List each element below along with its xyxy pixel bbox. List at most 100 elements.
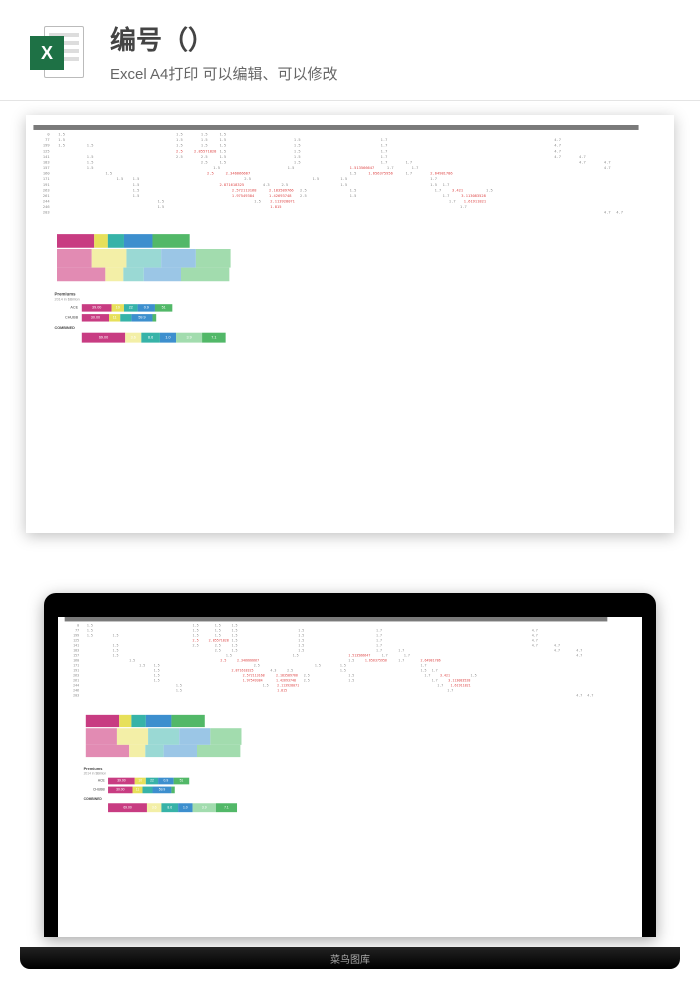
- excel-icon: X: [30, 22, 90, 82]
- data-cell: 1.5: [254, 199, 261, 203]
- data-cell: 1.7: [398, 659, 404, 663]
- data-cell: 1.5: [350, 172, 357, 176]
- data-cell: 4.7: [554, 138, 561, 142]
- data-cell: 4.7: [554, 649, 560, 653]
- data-cell: 1.7: [404, 654, 410, 658]
- data-cell: 1.5: [219, 149, 226, 153]
- data-cell: 1.5: [471, 674, 477, 678]
- row-id: 125: [65, 639, 79, 643]
- data-cell: 1.5: [231, 624, 237, 628]
- row-id: 183: [65, 649, 79, 653]
- data-cell: 1.5: [219, 138, 226, 142]
- data-cell: 1.5: [293, 654, 299, 658]
- data-cell: 1.5: [312, 177, 319, 181]
- data-cell: 2.5: [254, 664, 260, 668]
- data-cell: 1.5: [288, 166, 295, 170]
- row-id: 263: [33, 188, 49, 192]
- data-cell: 1.7: [432, 669, 438, 673]
- row-id: 160: [33, 172, 49, 176]
- data-cell: 3.421: [452, 188, 463, 192]
- row-id: 0: [33, 132, 49, 136]
- data-cell: 1.5: [298, 629, 304, 633]
- data-cell: 1.5: [340, 183, 347, 187]
- chart-subtitle: 2014 in $Billion: [84, 772, 614, 775]
- data-cell: 1.7: [381, 144, 388, 148]
- combined-title: COMBINED: [55, 327, 646, 331]
- data-cell: 1.5: [133, 183, 140, 187]
- data-cell: 2.572113168: [232, 188, 257, 192]
- data-cell: 1.5: [112, 644, 118, 648]
- data-cell: 1.97549384: [243, 679, 263, 683]
- data-cell: 1.5: [87, 166, 94, 170]
- data-cell: 1.7: [376, 629, 382, 633]
- data-cell: 2.5: [201, 160, 208, 164]
- data-cell: 2.5: [304, 679, 310, 683]
- row-id: 171: [65, 664, 79, 668]
- chart-title: Premiums: [84, 767, 614, 771]
- data-cell: 1.42693748: [276, 679, 296, 683]
- row-id: 246: [65, 689, 79, 693]
- data-cell: 4.7: [554, 155, 561, 159]
- data-cell: 1.5: [129, 659, 135, 663]
- row-id: 246: [33, 205, 49, 209]
- data-cell: 1.5: [315, 664, 321, 668]
- data-cell: 1.5: [154, 669, 160, 673]
- data-cell: 1.5: [215, 634, 221, 638]
- page-title: 编号（）: [110, 20, 670, 57]
- data-cell: 1.7: [381, 138, 388, 142]
- data-cell: 1.5: [298, 639, 304, 643]
- data-cell: 1.61911821: [451, 684, 471, 688]
- data-cell: 2.5: [304, 674, 310, 678]
- document-preview-large: 01.51.51.51.5771.51.51.51.51.51.74.71991…: [26, 115, 674, 533]
- data-cell: 2.64981786: [430, 172, 452, 176]
- data-cell: 3.113083528: [448, 679, 470, 683]
- data-cell: 1.5: [117, 177, 124, 181]
- data-cell: 1.7: [387, 166, 394, 170]
- data-cell: 1.7: [382, 654, 388, 658]
- data-cell: 1.5: [193, 634, 199, 638]
- data-cell: 1.7: [460, 205, 467, 209]
- data-cell: 3.421: [440, 674, 450, 678]
- data-cell: 1.656375956: [365, 659, 387, 663]
- data-cell: 1.5: [486, 188, 493, 192]
- data-cell: 1.5: [430, 183, 437, 187]
- row-id: 125: [33, 149, 49, 153]
- data-cell: 1.5: [294, 149, 301, 153]
- data-cell: 2.113928071: [270, 199, 295, 203]
- data-cell: 1.5: [157, 199, 164, 203]
- data-cell: 1.7: [376, 644, 382, 648]
- row-id: 261: [65, 679, 79, 683]
- data-cell: 2.5: [287, 669, 293, 673]
- data-cell: 1.5: [294, 144, 301, 148]
- data-cell: 1.5: [215, 624, 221, 628]
- data-cell: 1.97549384: [232, 194, 254, 198]
- data-cell: 4.7: [604, 211, 611, 215]
- row-id: 191: [33, 183, 49, 187]
- data-cell: 1.513566647: [350, 166, 375, 170]
- data-cell: 4.7: [579, 160, 586, 164]
- data-cell: 1.5: [133, 177, 140, 181]
- data-cell: 1.7: [449, 199, 456, 203]
- data-cell: 1.5: [298, 649, 304, 653]
- data-cell: 4.7: [604, 166, 611, 170]
- series-label: CHUBB: [84, 788, 105, 791]
- data-cell: 4.3: [263, 183, 270, 187]
- data-cell: 1.5: [87, 634, 93, 638]
- data-cell: 4.7: [554, 644, 560, 648]
- data-cell: 1.5: [231, 644, 237, 648]
- data-cell: 2.5: [215, 644, 221, 648]
- series-label: CHUBB: [55, 316, 79, 320]
- data-cell: 1.7: [412, 166, 419, 170]
- data-cell: 1.5: [154, 679, 160, 683]
- data-cell: 2.871618325: [231, 669, 253, 673]
- data-cell: 1.656375956: [368, 172, 393, 176]
- data-cell: 1.7: [405, 160, 412, 164]
- data-cell: 1.5: [213, 166, 220, 170]
- data-cell: 1.5: [294, 160, 301, 164]
- row-id: 261: [33, 194, 49, 198]
- data-cell: 1.5: [112, 654, 118, 658]
- data-cell: 1.5: [105, 172, 112, 176]
- data-cell: 1.7: [435, 188, 442, 192]
- data-cell: 2.113928071: [277, 684, 299, 688]
- data-cell: 1.513566647: [348, 654, 370, 658]
